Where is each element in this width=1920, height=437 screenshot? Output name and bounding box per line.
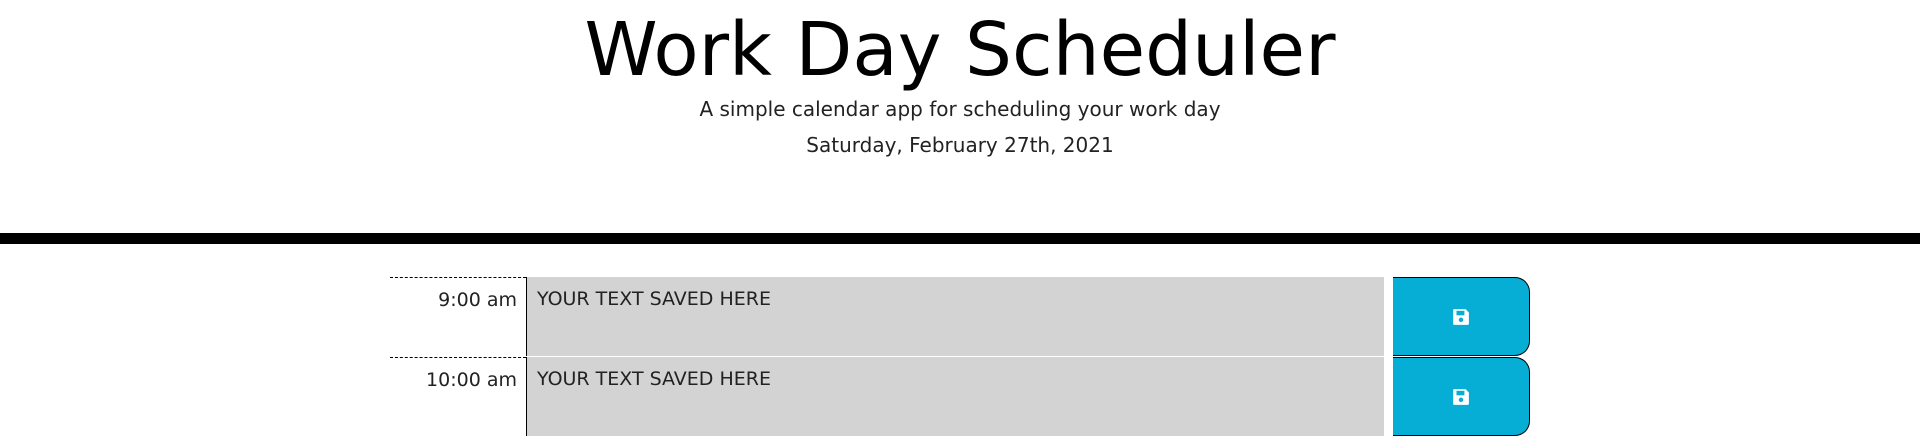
time-block: 10:00 am YOUR TEXT SAVED HERE: [390, 357, 1530, 437]
hour-label: 10:00 am: [390, 357, 526, 436]
page-subtitle: A simple calendar app for scheduling you…: [699, 97, 1221, 121]
save-button[interactable]: [1393, 357, 1530, 436]
event-description-input[interactable]: YOUR TEXT SAVED HERE: [526, 357, 1384, 436]
save-icon: [1452, 308, 1470, 326]
current-day: Saturday, February 27th, 2021: [806, 133, 1114, 157]
scheduler-container: 9:00 am YOUR TEXT SAVED HERE 10:00 am YO…: [390, 277, 1530, 437]
hour-label: 9:00 am: [390, 277, 526, 356]
header-divider: [0, 233, 1920, 244]
time-block: 9:00 am YOUR TEXT SAVED HERE: [390, 277, 1530, 357]
header: Work Day Scheduler A simple calendar app…: [0, 0, 1920, 244]
save-button[interactable]: [1393, 277, 1530, 356]
save-icon: [1452, 388, 1470, 406]
event-description-input[interactable]: YOUR TEXT SAVED HERE: [526, 277, 1384, 356]
page-title: Work Day Scheduler: [584, 7, 1336, 93]
